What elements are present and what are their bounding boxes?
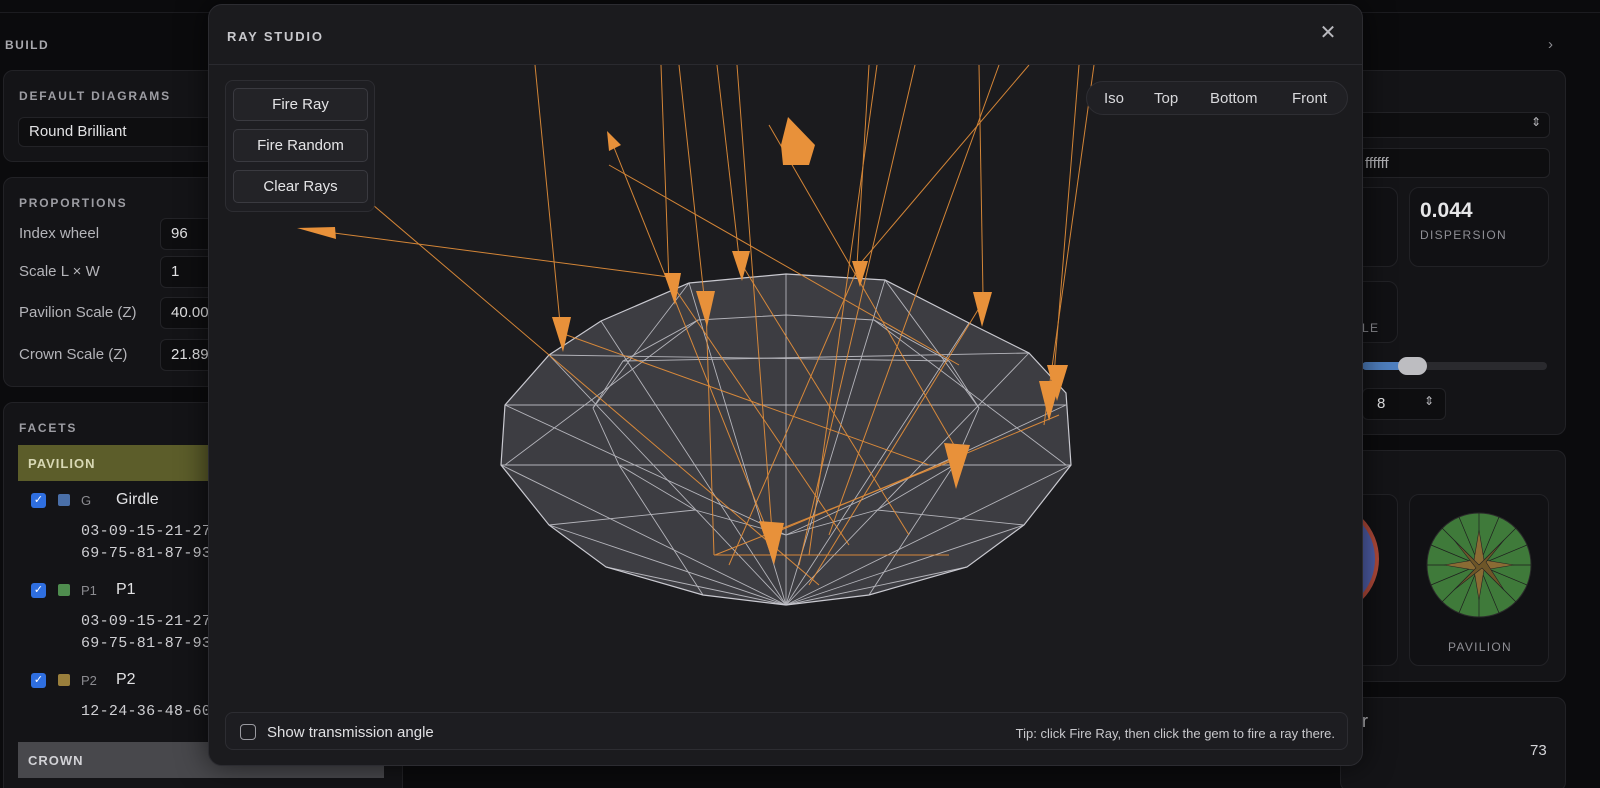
usage-tip: Tip: click Fire Ray, then click the gem … (1015, 726, 1335, 741)
modal-footer: Show transmission angle Tip: click Fire … (225, 712, 1348, 750)
diagram-select[interactable]: Round Brilliant (18, 117, 228, 147)
view-iso-button[interactable]: Iso (1104, 90, 1124, 107)
girdle-indices-1: 03-09-15-21-27- (81, 523, 221, 540)
stat-tile-lower-label: LE (1362, 321, 1380, 335)
ray-arrowhead (781, 117, 815, 165)
p1-color-swatch[interactable] (58, 584, 70, 596)
girdle-code: G (81, 493, 92, 508)
pavilion-group-header[interactable]: PAVILION (18, 445, 212, 481)
view-bottom-button[interactable]: Bottom (1210, 90, 1258, 107)
dispersion-label: DISPERSION (1420, 228, 1508, 242)
fire-ray-button[interactable]: Fire Ray (233, 88, 368, 121)
dispersion-value: 0.044 (1420, 199, 1473, 222)
p2-indices-1: 12-24-36-48-60- (81, 703, 221, 720)
p1-indices-2: 69-75-81-87-93 (81, 635, 212, 652)
scale-lw-label: Scale L × W (19, 263, 100, 280)
material-select[interactable]: ⇕ (1340, 112, 1550, 138)
p2-name[interactable]: P2 (116, 671, 136, 689)
p2-checkbox[interactable]: ✓ (31, 673, 46, 688)
clear-rays-button[interactable]: Clear Rays (233, 170, 368, 203)
girdle-name[interactable]: Girdle (116, 491, 159, 509)
view-front-button[interactable]: Front (1292, 90, 1327, 107)
view-top-button[interactable]: Top (1154, 90, 1178, 107)
stepper-chevron-icon[interactable]: ⇕ (1424, 394, 1434, 408)
transmission-angle-checkbox[interactable] (240, 724, 256, 740)
transmission-angle-label[interactable]: Show transmission angle (267, 724, 434, 741)
ray-arrowhead (973, 292, 992, 327)
proportions-card: PROPORTIONS Index wheel 96 Scale L × W 1… (3, 177, 233, 387)
slider-track[interactable] (1362, 362, 1547, 370)
crown-scale-label: Crown Scale (Z) (19, 346, 128, 363)
default-diagrams-card: DEFAULT DIAGRAMS Round Brilliant (3, 70, 233, 162)
ray-arrowhead (607, 131, 621, 151)
modal-title: RAY STUDIO (227, 29, 324, 44)
fire-random-button[interactable]: Fire Random (233, 129, 368, 162)
girdle-checkbox[interactable]: ✓ (31, 493, 46, 508)
modal-header: RAY STUDIO ✕ (209, 5, 1362, 65)
slider-thumb[interactable] (1398, 357, 1427, 375)
build-section-label: BUILD (5, 38, 50, 52)
color-hex-input[interactable]: ffffff (1340, 148, 1550, 178)
summary-value: 73 (1530, 742, 1547, 759)
p1-checkbox[interactable]: ✓ (31, 583, 46, 598)
view-switcher: Iso Top Bottom Front (1086, 81, 1348, 115)
index-wheel-label: Index wheel (19, 225, 100, 242)
facets-title: FACETS (19, 421, 78, 435)
p1-name[interactable]: P1 (116, 581, 136, 599)
pavilion-diagram (1426, 512, 1532, 618)
ray-arrowhead (732, 251, 750, 281)
ray-controls-panel: Fire Ray Fire Random Clear Rays (225, 80, 375, 212)
pavilion-diagram-label: PAVILION (1448, 640, 1512, 654)
ray-studio-modal: RAY STUDIO ✕ Fire Ray Fire Random Clear … (208, 4, 1363, 766)
gem-viewport[interactable] (209, 65, 1363, 705)
default-diagrams-title: DEFAULT DIAGRAMS (19, 89, 171, 103)
girdle-indices-2: 69-75-81-87-93 (81, 545, 212, 562)
p2-color-swatch[interactable] (58, 674, 70, 686)
chevron-updown-icon: ⇕ (1530, 115, 1541, 129)
p2-code: P2 (81, 673, 97, 688)
pavilion-scale-label: Pavilion Scale (Z) (19, 304, 137, 321)
chevron-right-icon[interactable]: › (1548, 36, 1553, 53)
proportions-title: PROPORTIONS (19, 196, 128, 210)
close-icon[interactable]: ✕ (1318, 23, 1338, 43)
ray-arrowhead (297, 227, 336, 239)
p1-code: P1 (81, 583, 97, 598)
p1-indices-1: 03-09-15-21-27- (81, 613, 221, 630)
girdle-color-swatch[interactable] (58, 494, 70, 506)
